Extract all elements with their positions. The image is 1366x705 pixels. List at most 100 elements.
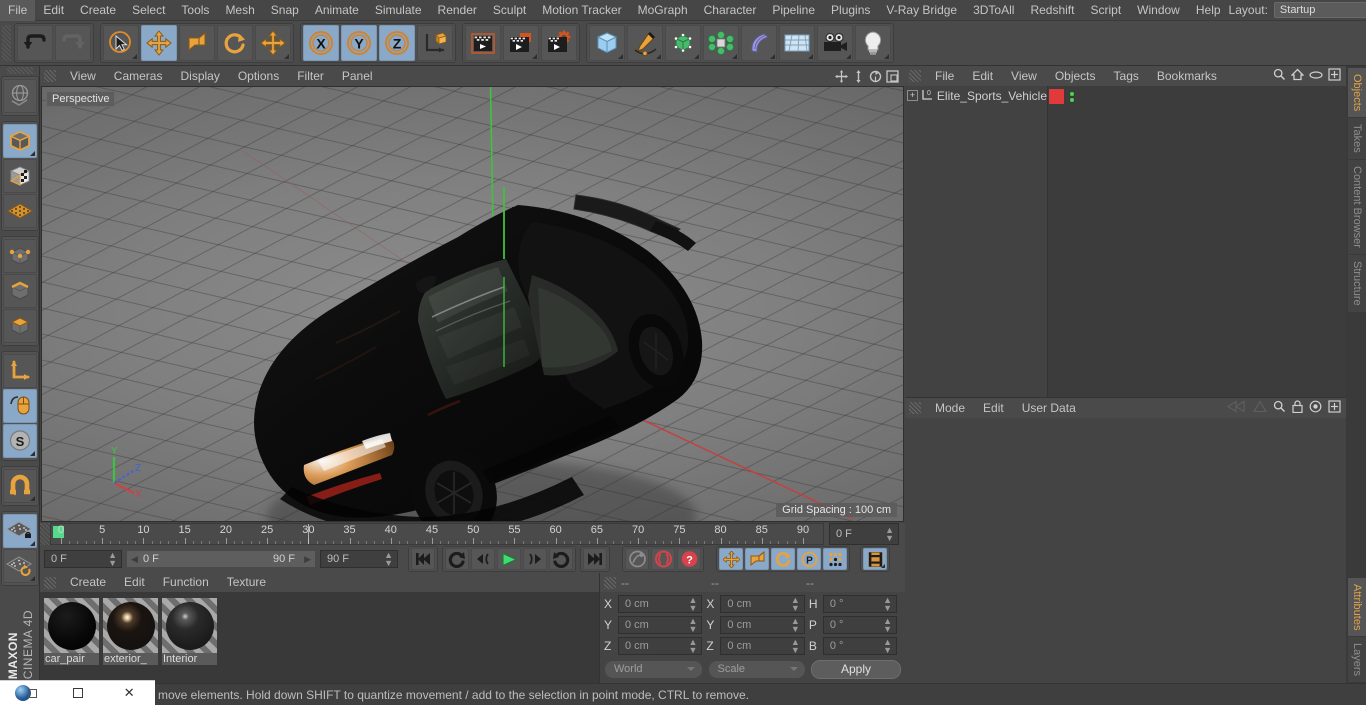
tab-structure[interactable]: Structure: [1348, 254, 1366, 312]
object-menu-tags[interactable]: Tags: [1105, 66, 1148, 86]
material-list[interactable]: car_pair exterior_ Interior: [40, 592, 599, 683]
timeline-button[interactable]: [863, 548, 887, 570]
edge-mode-button[interactable]: [2, 274, 37, 308]
render-view-button[interactable]: [465, 25, 501, 61]
coord-size-field[interactable]: 0 cm ▲ ▼: [720, 615, 805, 634]
viewport-grip[interactable]: [44, 70, 56, 82]
stepper-icon[interactable]: ▲ ▼: [885, 526, 894, 543]
visibility-dots[interactable]: [1070, 91, 1074, 102]
range-left-arrow-icon[interactable]: ◀: [131, 554, 138, 565]
menu-item-render[interactable]: Render: [430, 0, 485, 21]
coord-rotation-field[interactable]: 0 ° ▲ ▼: [822, 594, 897, 613]
material-item[interactable]: Interior: [162, 598, 217, 665]
timeline-frame-field[interactable]: 0 F ▲ ▼: [829, 523, 899, 545]
menu-item-file[interactable]: File: [0, 0, 36, 21]
menu-item-select[interactable]: Select: [124, 0, 173, 21]
bend-deformer-button[interactable]: [741, 25, 777, 61]
environment-button[interactable]: [779, 25, 815, 61]
menu-item-window[interactable]: Window: [1129, 0, 1188, 21]
autokeying-button[interactable]: [651, 548, 675, 570]
tab-content-browser[interactable]: Content Browser: [1348, 160, 1366, 254]
expand-toggle-icon[interactable]: +: [907, 90, 918, 101]
end-frame-field[interactable]: 90 F ▲ ▼: [320, 550, 398, 568]
object-axis-mode-button[interactable]: [2, 354, 37, 388]
polygon-mode-button[interactable]: [2, 309, 37, 343]
perspective-viewport[interactable]: Perspective Grid Spacing : 100 cm Y X Z: [41, 86, 904, 522]
coord-rotation-field[interactable]: 0 ° ▲ ▼: [822, 615, 897, 634]
apply-button[interactable]: Apply: [811, 659, 901, 679]
world-object-coord-toggle[interactable]: [417, 25, 453, 61]
stepper-icon[interactable]: ▲ ▼: [791, 616, 800, 633]
material-preview[interactable]: [44, 598, 99, 653]
timeline-grip[interactable]: [40, 523, 50, 545]
point-mode-button[interactable]: [2, 239, 37, 273]
menu-item-edit[interactable]: Edit: [35, 0, 72, 21]
tab-takes[interactable]: Takes: [1348, 118, 1366, 160]
timeline-ruler[interactable]: 051015202530354045505560657075808590: [50, 523, 824, 545]
close-window-button[interactable]: ✕: [103, 685, 155, 701]
material-tag[interactable]: [1049, 89, 1064, 104]
scale-key-toggle[interactable]: [745, 548, 769, 570]
material-item[interactable]: car_pair: [44, 598, 99, 665]
current-frame-field[interactable]: 0 F ▲ ▼: [44, 550, 122, 568]
coord-size-field[interactable]: 0 cm ▲ ▼: [720, 594, 805, 613]
tab-objects[interactable]: Objects: [1348, 68, 1366, 118]
generator-button[interactable]: [665, 25, 701, 61]
object-tree[interactable]: + 0 Elite_Sports_Vehicle: [905, 86, 1048, 397]
spline-pen-button[interactable]: [627, 25, 663, 61]
coordinate-system-select[interactable]: World: [604, 659, 703, 679]
menu-item-sculpt[interactable]: Sculpt: [485, 0, 534, 21]
enable-axis-modification-button[interactable]: [2, 389, 37, 423]
attribute-menu-user-data[interactable]: User Data: [1013, 398, 1085, 418]
material-menu-edit[interactable]: Edit: [115, 573, 154, 592]
range-right-arrow-icon[interactable]: ▶: [304, 554, 311, 565]
menu-item-redshift[interactable]: Redshift: [1022, 0, 1082, 21]
live-selection-tool[interactable]: [103, 25, 139, 61]
step-forward-button[interactable]: [523, 548, 547, 570]
material-preview[interactable]: [162, 598, 217, 653]
keyframe-selection-button[interactable]: ?: [677, 548, 701, 570]
add-panel-icon[interactable]: [1328, 400, 1341, 416]
attribute-menu-edit[interactable]: Edit: [974, 398, 1013, 418]
menu-item-motion-tracker[interactable]: Motion Tracker: [534, 0, 629, 21]
target-icon[interactable]: [1309, 400, 1322, 416]
rotate-view-icon[interactable]: [868, 69, 882, 83]
object-menu-edit[interactable]: Edit: [963, 66, 1002, 86]
record-active-objects-button[interactable]: [625, 548, 649, 570]
stepper-icon[interactable]: ▲ ▼: [384, 551, 393, 568]
light-button[interactable]: [855, 25, 891, 61]
stepper-icon[interactable]: ▲ ▼: [791, 637, 800, 654]
play-forward-loop-button[interactable]: [549, 548, 573, 570]
coord-position-field[interactable]: 0 cm ▲ ▼: [618, 615, 703, 634]
stepper-icon[interactable]: ▲ ▼: [689, 616, 698, 633]
stepper-icon[interactable]: ▲ ▼: [883, 595, 892, 612]
material-menu-create[interactable]: Create: [61, 573, 115, 592]
rotation-key-toggle[interactable]: [771, 548, 795, 570]
maximize-view-icon[interactable]: [885, 69, 899, 83]
viewport-menu-cameras[interactable]: Cameras: [105, 66, 172, 86]
history-back-icon[interactable]: [1226, 400, 1247, 416]
app-icon[interactable]: [0, 685, 52, 701]
go-to-start-button[interactable]: [411, 548, 435, 570]
viewport-menu-display[interactable]: Display: [171, 66, 228, 86]
texture-mode-button[interactable]: [2, 159, 37, 193]
viewport-menu-options[interactable]: Options: [229, 66, 288, 86]
material-preview[interactable]: [103, 598, 158, 653]
object-manager-grip[interactable]: [909, 70, 921, 82]
object-tree-area[interactable]: + 0 Elite_Sports_Vehicle: [905, 86, 1346, 397]
menu-item-pipeline[interactable]: Pipeline: [764, 0, 823, 21]
ellipse-icon[interactable]: [1309, 69, 1323, 83]
material-grip[interactable]: [44, 576, 56, 589]
object-menu-file[interactable]: File: [926, 66, 963, 86]
stepper-icon[interactable]: ▲ ▼: [689, 637, 698, 654]
history-forward-icon[interactable]: [1252, 400, 1268, 416]
undo-button[interactable]: [17, 25, 53, 61]
menu-item-3dtoall[interactable]: 3DToAll: [965, 0, 1022, 21]
go-to-end-button[interactable]: [583, 548, 607, 570]
menu-item-snap[interactable]: Snap: [263, 0, 307, 21]
render-settings-button[interactable]: [541, 25, 577, 61]
redo-button[interactable]: [55, 25, 91, 61]
x-axis-lock[interactable]: X: [303, 25, 339, 61]
menu-item-script[interactable]: Script: [1082, 0, 1129, 21]
parameter-key-toggle[interactable]: P: [797, 548, 821, 570]
